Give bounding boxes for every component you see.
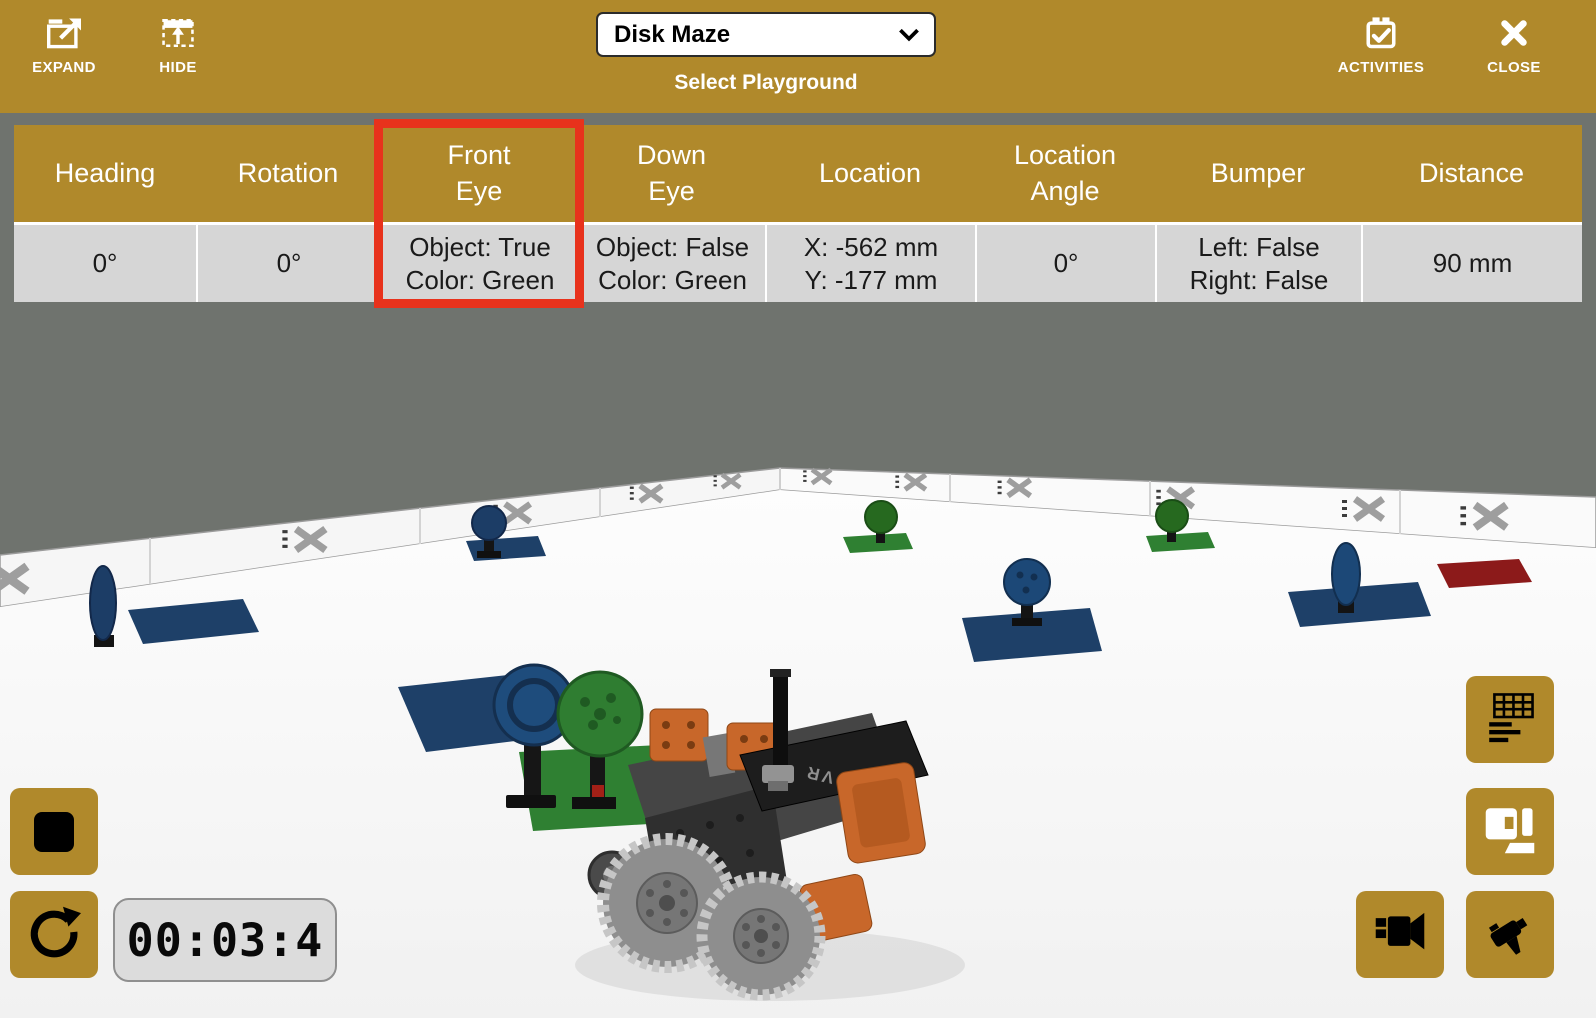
sensor-column-down-eye: Down Eye Object: False Color: Green — [578, 125, 765, 302]
close-icon — [1497, 16, 1531, 50]
column-header-location: Location — [765, 125, 975, 222]
stage: VEX VR — [0, 113, 1596, 1018]
activities-button[interactable]: ACTIVITIES — [1328, 16, 1434, 76]
rotation-value: 0° — [196, 222, 380, 302]
activities-label: ACTIVITIES — [1338, 59, 1425, 76]
toolbar: EXPAND HIDE Disk Maze Select Playgroun — [0, 0, 1596, 113]
sensor-column-bumper: Bumper Left: False Right: False — [1155, 125, 1361, 302]
video-button[interactable] — [1356, 891, 1444, 978]
sensor-column-heading: Heading 0° — [14, 125, 196, 302]
robot-wheel — [702, 877, 820, 995]
stop-button[interactable] — [10, 788, 98, 875]
data-table-icon — [1484, 691, 1536, 748]
expand-icon — [45, 16, 83, 50]
column-header-distance: Distance — [1361, 125, 1582, 222]
vexcode-vr-playground-window: EXPAND HIDE Disk Maze Select Playgroun — [0, 0, 1596, 1018]
close-button[interactable]: CLOSE — [1476, 16, 1552, 76]
sensor-view-button[interactable] — [1466, 788, 1554, 875]
expand-button[interactable]: EXPAND — [24, 16, 104, 76]
sensor-column-location: Location X: -562 mm Y: -177 mm — [765, 125, 975, 302]
expand-label: EXPAND — [32, 59, 96, 76]
column-header-bumper: Bumper — [1155, 125, 1361, 222]
distance-value: 90 mm — [1361, 222, 1582, 302]
playground-select-value: Disk Maze — [614, 21, 730, 49]
hide-label: HIDE — [159, 59, 196, 76]
timer-display: 00:03:4 — [113, 898, 337, 982]
column-header-heading: Heading — [14, 125, 196, 222]
sensor-column-location-angle: Location Angle 0° — [975, 125, 1155, 302]
sensor-column-rotation: Rotation 0° — [196, 125, 380, 302]
video-camera-icon — [1374, 906, 1426, 963]
sensor-column-distance: Distance 90 mm — [1361, 125, 1582, 302]
stop-icon — [34, 812, 74, 852]
column-header-down-eye: Down Eye — [578, 125, 765, 222]
camera-icon — [1484, 906, 1536, 963]
close-label: CLOSE — [1487, 59, 1541, 76]
bumper-value: Left: False Right: False — [1155, 222, 1361, 302]
playground-select-caption: Select Playground — [596, 71, 936, 95]
sensor-column-front-eye: Front Eye Object: True Color: Green — [380, 125, 578, 302]
dashboard-button[interactable] — [1466, 676, 1554, 763]
column-header-rotation: Rotation — [196, 125, 380, 222]
hide-button[interactable]: HIDE — [146, 16, 210, 76]
reset-icon — [27, 905, 81, 964]
front-eye-value: Object: True Color: Green — [380, 222, 578, 302]
sensor-dashboard: Heading 0° Rotation 0° — [14, 125, 1582, 302]
activities-icon — [1363, 16, 1399, 50]
heading-value: 0° — [14, 222, 196, 302]
down-eye-value: Object: False Color: Green — [578, 222, 765, 302]
location-angle-value: 0° — [975, 222, 1155, 302]
column-header-front-eye: Front Eye — [380, 125, 578, 222]
playground-select[interactable]: Disk Maze — [596, 12, 936, 57]
hide-icon — [159, 16, 197, 50]
location-value: X: -562 mm Y: -177 mm — [765, 222, 975, 302]
reset-button[interactable] — [10, 891, 98, 978]
chevron-down-icon — [898, 21, 920, 49]
column-header-location-angle: Location Angle — [975, 125, 1155, 222]
camera-button[interactable] — [1466, 891, 1554, 978]
sensor-view-icon — [1484, 803, 1536, 860]
